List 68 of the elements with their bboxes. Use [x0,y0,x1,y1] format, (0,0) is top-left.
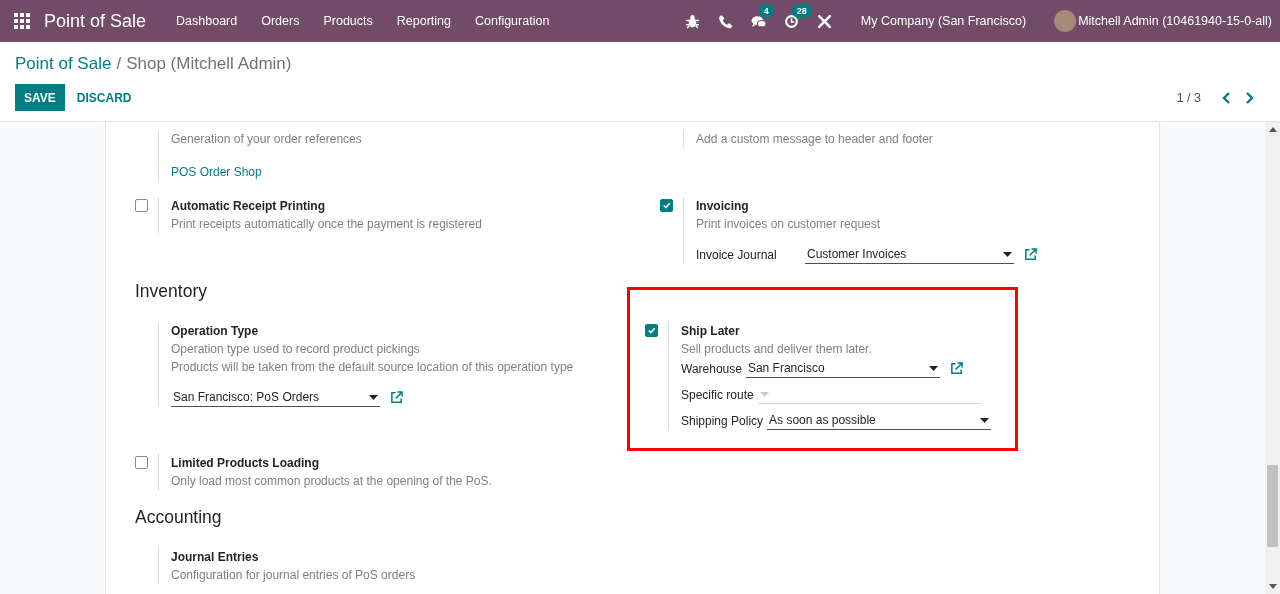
bug-icon[interactable] [684,13,700,29]
scroll-down-icon[interactable] [1268,584,1277,589]
setting-description: Print receipts automatically once the payment is registered [171,216,482,233]
caret-icon [928,365,938,371]
menu-item[interactable]: Configuration [463,14,562,28]
setting-title: Invoicing [696,198,750,215]
company-switcher[interactable]: My Company (San Francisco) [840,14,1055,28]
setting-link[interactable]: POS Order Shop [171,163,362,181]
previous-icon[interactable] [1221,90,1231,105]
breadcrumb-current: Shop (Mitchell Admin) [126,54,292,73]
setting-title: Operation Type [171,323,260,340]
section-heading: Accounting [135,506,223,528]
checkbox[interactable] [645,324,658,337]
setting-description: Operation type used to record product pickings [171,341,421,358]
setting-title: Journal Entries [171,549,260,566]
clock-icon[interactable] [783,13,799,29]
breadcrumb-separator: / [116,54,122,73]
discard-button[interactable]: DISCARD [67,84,141,111]
caret-icon [1003,251,1012,257]
tools-icon[interactable] [816,13,832,29]
check-icon [662,201,671,210]
field-label: Warehouse [681,361,742,376]
avatar [1054,10,1077,32]
caret-icon [369,394,378,400]
field-label: Specific route [681,387,754,402]
setting-title: Automatic Receipt Printing [171,198,326,215]
count-badge: 4 [758,3,774,18]
apps-menu-icon[interactable] [14,13,30,29]
setting-description: Only load most common products at the opening of the PoS. [171,473,492,490]
select-field[interactable]: San Francisco: PoS Orders [171,388,380,407]
setting-description: Sell products and deliver them later. [681,341,873,358]
caret-icon [759,391,769,397]
setting-title: Ship Later [681,323,741,340]
app-title[interactable]: Point of Sale [44,10,147,32]
setting-title: Limited Products Loading [171,455,320,472]
menu-item[interactable]: Reporting [384,14,463,28]
setting-description: Add a custom message to header and footer [696,131,933,148]
select-field[interactable]: San Francisco [745,359,940,378]
checkbox[interactable] [135,456,148,469]
check-icon [647,326,656,335]
field-label: Shipping Policy [681,413,764,428]
setting-description: Products will be taken from the default source location of this operation type [171,359,574,376]
external-link-icon[interactable] [390,391,403,404]
menu-item[interactable]: Orders [249,14,312,28]
next-icon[interactable] [1245,90,1255,105]
chat-icon[interactable] [750,13,766,29]
select-field[interactable]: As soon as possible [767,411,992,430]
caret-icon [980,417,990,423]
scrollbar-thumb[interactable] [1267,465,1278,547]
field-label: Invoice Journal [696,247,778,262]
menu-item[interactable]: Products [311,14,385,28]
phone-icon[interactable] [717,13,733,29]
pager-value[interactable]: 1 / 3 [1176,90,1201,105]
count-badge: 28 [791,3,812,18]
save-button[interactable]: SAVE [15,84,65,111]
user-menu[interactable]: Mitchell Admin (10461940-15-0-all) [1078,14,1272,28]
checkbox[interactable] [135,199,148,212]
section-heading: Inventory [135,280,208,302]
setting-description: Print invoices on customer request [696,216,882,233]
external-link-icon[interactable] [1024,248,1037,261]
breadcrumb-link[interactable]: Point of Sale [15,54,112,73]
select-field[interactable]: Customer Invoices [805,245,1014,264]
setting-description: Configuration for journal entries of PoS orders [171,567,416,584]
setting-description: Generation of your order references [171,131,362,148]
menu-item[interactable]: Dashboard [164,14,250,28]
scroll-up-icon[interactable] [1268,127,1277,132]
checkbox[interactable] [660,199,673,212]
external-link-icon[interactable] [949,362,963,375]
